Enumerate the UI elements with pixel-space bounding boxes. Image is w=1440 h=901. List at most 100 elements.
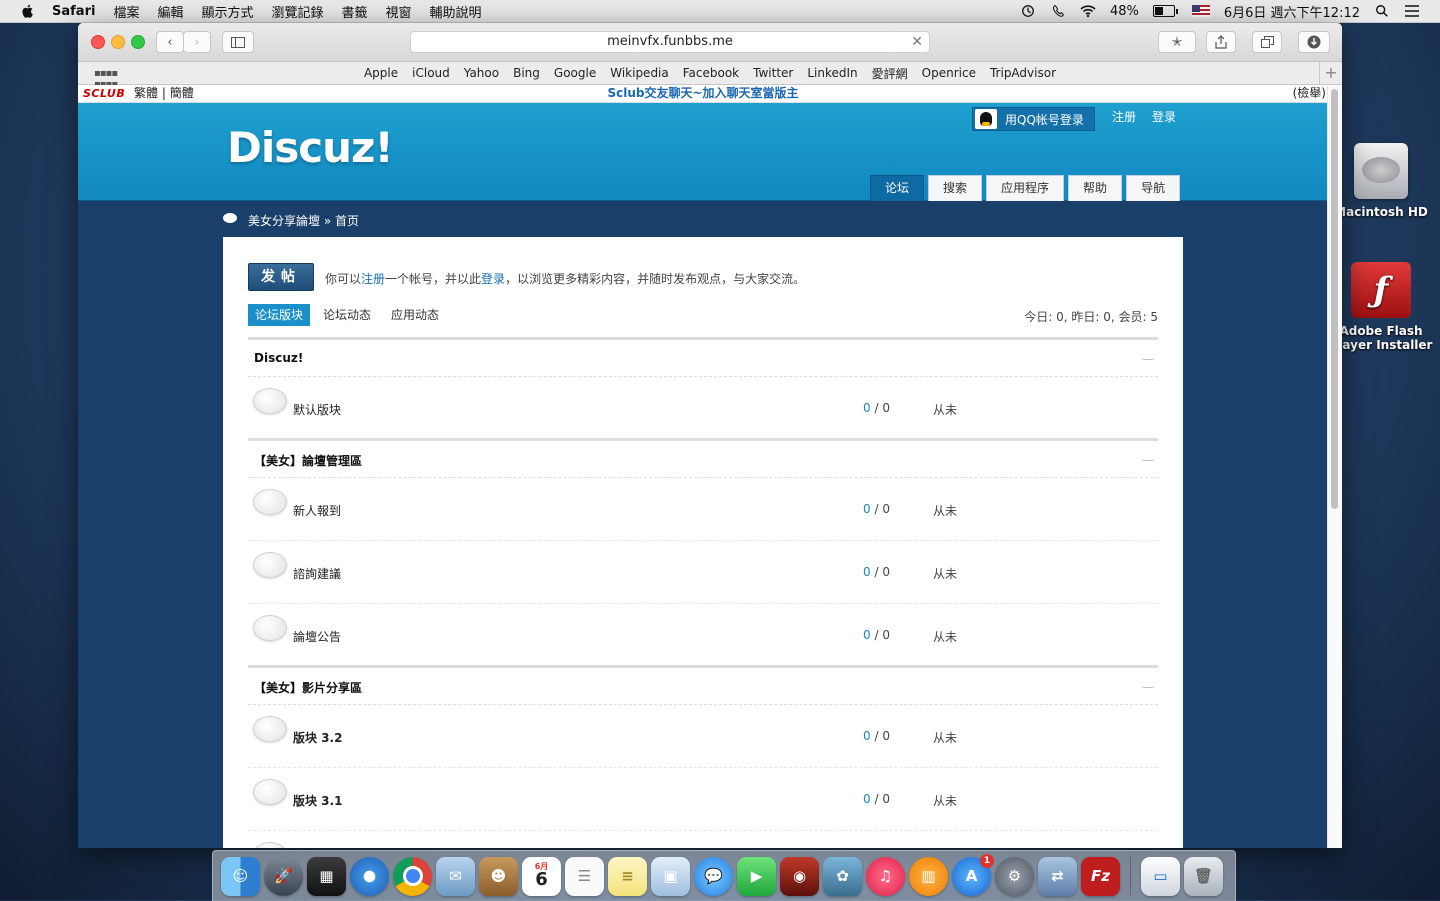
menu-view[interactable]: 顯示方式 — [201, 2, 253, 21]
mail-icon[interactable]: ✉ — [436, 856, 475, 896]
calendar-icon[interactable]: 6月 6 — [522, 856, 561, 896]
mission-control-icon[interactable]: ▦ — [307, 856, 346, 896]
wifi-icon[interactable] — [1080, 4, 1096, 18]
battery-icon[interactable] — [1152, 5, 1178, 17]
breadcrumb-current[interactable]: 首页 — [335, 214, 359, 228]
section-title[interactable]: Discuz! — [254, 351, 303, 365]
migration-icon[interactable]: ⇄ — [1038, 856, 1077, 896]
input-source-flag-icon[interactable] — [1191, 5, 1210, 17]
back-button[interactable]: ‹ — [156, 31, 184, 53]
menu-edit[interactable]: 編輯 — [157, 2, 183, 21]
chrome-icon[interactable] — [393, 856, 432, 896]
menu-help[interactable]: 輔助說明 — [430, 2, 482, 21]
forum-name-link[interactable]: 諮詢建議 — [293, 565, 341, 582]
nav-tab-search[interactable]: 搜索 — [928, 175, 983, 201]
app-store-icon[interactable]: A1 — [952, 853, 994, 896]
time-machine-icon[interactable] — [1020, 4, 1036, 18]
minimize-window-button[interactable] — [111, 35, 125, 49]
reader-button[interactable]: ✭ — [1158, 31, 1196, 53]
photo-booth-icon[interactable]: ◉ — [780, 856, 819, 896]
menu-file[interactable]: 檔案 — [113, 2, 139, 21]
login-link[interactable]: 登录 — [1152, 108, 1176, 125]
nav-tab-forum[interactable]: 论坛 — [870, 175, 925, 201]
forward-button[interactable]: › — [183, 31, 211, 53]
chrome-window-icon[interactable]: ▭ — [1141, 856, 1180, 896]
desktop-icon-flash-installer[interactable]: ƒ Adobe Flash Player Installer — [1326, 262, 1436, 352]
collapse-icon[interactable]: — — [1142, 680, 1154, 694]
breadcrumb-site-link[interactable]: 美女分享論壇 — [248, 214, 320, 228]
itunes-icon[interactable]: ♫ — [866, 856, 905, 896]
downloads-button[interactable] — [1298, 31, 1330, 53]
welcome-register-link[interactable]: 注册 — [361, 272, 385, 286]
favorite-apple[interactable]: Apple — [364, 66, 398, 80]
messages-icon[interactable]: 💬 — [694, 856, 733, 896]
safari-icon[interactable]: ✦ — [350, 856, 389, 896]
desktop-icon-macintosh-hd[interactable]: Macintosh HD — [1326, 143, 1436, 219]
favorite-linkedin[interactable]: LinkedIn — [807, 66, 857, 80]
system-preferences-icon[interactable]: ⚙ — [995, 856, 1034, 896]
forum-name-link[interactable]: 論壇公告 — [293, 628, 341, 645]
page-scrollbar[interactable] — [1327, 85, 1342, 848]
new-post-button[interactable]: 发帖 — [248, 263, 314, 291]
tab-forum-sections[interactable]: 论坛版块 — [248, 304, 311, 326]
forum-name-link[interactable]: 默认版块 — [293, 401, 341, 418]
favorite-facebook[interactable]: Facebook — [683, 66, 739, 80]
nav-tab-apps[interactable]: 应用程序 — [986, 175, 1065, 201]
favorite-google[interactable]: Google — [554, 66, 596, 80]
nav-tab-navigation[interactable]: 导航 — [1126, 175, 1181, 201]
contacts-icon[interactable]: ☻ — [479, 856, 518, 896]
ibooks-icon[interactable]: ▥ — [909, 856, 948, 896]
forum-name-link[interactable]: 新人報到 — [293, 502, 341, 519]
favorite-openrice-review[interactable]: 愛評網 — [872, 65, 908, 82]
phone-icon[interactable] — [1050, 4, 1066, 18]
filezilla-icon[interactable]: Fz — [1081, 856, 1120, 896]
reminders-icon[interactable]: ☰ — [565, 856, 604, 896]
report-link[interactable]: (檢舉) — [1293, 85, 1326, 102]
register-link[interactable]: 注册 — [1112, 108, 1136, 125]
favorite-wikipedia[interactable]: Wikipedia — [610, 66, 669, 80]
forum-name-link[interactable]: 版块 3.1 — [293, 792, 342, 809]
collapse-icon[interactable]: — — [1142, 352, 1154, 366]
welcome-login-link[interactable]: 登录 — [481, 272, 505, 286]
nav-tab-help[interactable]: 帮助 — [1068, 175, 1123, 201]
notes-icon[interactable]: ≡ — [608, 856, 647, 896]
close-window-button[interactable] — [91, 35, 105, 49]
qq-login-button[interactable]: 用QQ帐号登录 — [972, 107, 1095, 131]
sidebar-toggle-button[interactable] — [222, 31, 254, 53]
favorite-icloud[interactable]: iCloud — [412, 66, 450, 80]
site-logo[interactable]: Discuz! — [227, 123, 394, 172]
preview-icon[interactable]: ▣ — [651, 856, 690, 896]
trash-icon[interactable]: 🗑 — [1184, 856, 1223, 896]
address-bar[interactable]: meinvfx.funbbs.me ✕ — [410, 31, 930, 53]
sclub-promo-link[interactable]: Sclub交友聊天~加入聊天室當版主 — [78, 85, 1328, 102]
menu-bookmarks[interactable]: 書籤 — [342, 2, 368, 21]
section-title[interactable]: 【美女】影片分享區 — [254, 679, 362, 696]
apple-menu-icon[interactable] — [20, 3, 36, 19]
scrollbar-thumb[interactable] — [1331, 89, 1338, 509]
favorite-twitter[interactable]: Twitter — [753, 66, 793, 80]
fullscreen-window-button[interactable] — [131, 35, 145, 49]
menu-history[interactable]: 瀏覽記錄 — [271, 2, 323, 21]
section-title[interactable]: 【美女】論壇管理區 — [254, 452, 362, 469]
favorite-bing[interactable]: Bing — [513, 66, 540, 80]
app-menu-safari[interactable]: Safari — [52, 4, 95, 19]
tab-app-activity[interactable]: 应用动态 — [384, 304, 446, 326]
favorite-yahoo[interactable]: Yahoo — [464, 66, 499, 80]
show-tabs-button[interactable] — [1252, 31, 1282, 53]
iphoto-icon[interactable]: ✿ — [823, 856, 862, 896]
favorite-openrice[interactable]: Openrice — [922, 66, 976, 80]
finder-icon[interactable]: ☺ — [221, 856, 260, 896]
tab-forum-activity[interactable]: 论坛动态 — [316, 304, 378, 326]
menu-window[interactable]: 視窗 — [386, 2, 412, 21]
forum-name-link[interactable]: 版块 3.2 — [293, 729, 342, 746]
favorite-tripadvisor[interactable]: TripAdvisor — [990, 66, 1056, 80]
collapse-icon[interactable]: — — [1142, 453, 1154, 467]
new-tab-plus-icon[interactable]: + — [1319, 62, 1342, 84]
menubar-clock[interactable]: 6月6日 週六下午12:12 — [1224, 2, 1360, 21]
spotlight-search-icon[interactable] — [1374, 4, 1390, 18]
share-button[interactable] — [1206, 31, 1236, 53]
facetime-icon[interactable]: ▶ — [737, 856, 776, 896]
notification-center-icon[interactable] — [1404, 4, 1420, 18]
stop-loading-icon[interactable]: ✕ — [911, 32, 923, 52]
launchpad-icon[interactable]: 🚀 — [264, 856, 303, 896]
